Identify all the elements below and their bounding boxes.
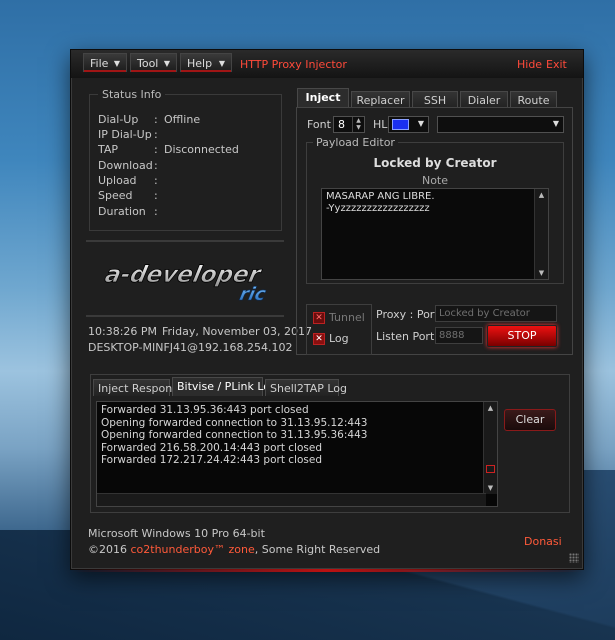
status-colon: : <box>154 205 158 218</box>
proxy-port-label: Proxy : Port <box>376 308 439 321</box>
developer-logo: a-developer ric <box>102 261 268 305</box>
hl-label: HL <box>373 118 388 131</box>
listen-port-label: Listen Port <box>376 330 435 343</box>
log-horizontal-scrollbar[interactable] <box>97 493 486 506</box>
clock-date: Friday, November 03, 2017 <box>162 325 313 338</box>
log-line: Forwarded 216.58.200.14:443 port closed <box>101 441 322 454</box>
stepper-arrows-icon[interactable]: ▲ ▼ <box>352 117 364 132</box>
menu-tool[interactable]: Tool ▼ <box>130 53 177 72</box>
color-swatch <box>392 119 409 130</box>
copyright-suffix: , Some Right Reserved <box>254 543 381 556</box>
status-info-group: Status Info Dial-Up: Offline IP Dial-Up: … <box>89 88 282 231</box>
clear-button[interactable]: Clear <box>504 409 556 431</box>
payload-editor-group: Payload Editor Locked by Creator Note MA… <box>306 136 564 284</box>
logo-text: a-developer <box>103 261 265 288</box>
menu-file-label: File <box>90 57 109 70</box>
status-value: Disconnected <box>164 143 239 156</box>
log-line: Opening forwarded connection to 31.13.95… <box>101 429 368 441</box>
listen-port-field[interactable]: 8888 <box>435 327 483 344</box>
divider <box>86 315 284 317</box>
log-output[interactable]: Forwarded 31.13.95.36:443 port closed Op… <box>96 401 498 507</box>
menu-help-label: Help <box>187 57 213 70</box>
app-title: HTTP Proxy Injector <box>240 58 347 71</box>
log-scrollbar[interactable]: ▲ ▼ <box>483 402 497 494</box>
mode-group: ✕ Tunnel ✕ Log <box>306 304 372 355</box>
menu-file[interactable]: File ▼ <box>83 53 127 72</box>
payload-line: MASARAP ANG LIBRE. <box>326 191 435 202</box>
log-line: Opening forwarded connection to 31.13.95… <box>101 416 368 429</box>
status-key: Upload <box>98 174 137 187</box>
tunnel-label: Tunnel <box>329 311 365 324</box>
log-line: Forwarded 31.13.95.36:443 port closed <box>101 404 309 416</box>
author-link[interactable]: co2thunderboy™ zone <box>131 543 255 556</box>
tunnel-checkbox[interactable]: ✕ <box>313 312 325 324</box>
tab-dialer[interactable]: Dialer <box>460 91 508 108</box>
status-colon: : <box>154 174 158 187</box>
tab-shell2tap-log[interactable]: Shell2TAP Log <box>265 379 347 396</box>
status-key: TAP <box>98 143 119 156</box>
tab-inject[interactable]: Inject <box>297 88 349 108</box>
status-key: Download <box>98 159 153 172</box>
logo-subtext: ric <box>238 284 268 305</box>
os-info: Microsoft Windows 10 Pro 64-bit <box>88 527 265 540</box>
exit-button[interactable]: Exit <box>546 58 567 71</box>
title-bar: File ▼ Tool ▼ Help ▼ HTTP Proxy Injector Hi… <box>71 50 583 78</box>
font-size-stepper[interactable]: 8 ▲ ▼ <box>333 116 365 133</box>
resize-grip-icon[interactable] <box>569 553 579 563</box>
app-window: File ▼ Tool ▼ Help ▼ HTTP Proxy Injector Hi… <box>70 49 584 572</box>
status-colon: : <box>154 189 158 202</box>
divider <box>86 240 284 242</box>
menu-tool-label: Tool <box>137 57 159 70</box>
log-label: Log <box>329 332 349 345</box>
status-value: Offline <box>164 113 201 126</box>
copyright-prefix: ©2016 <box>88 543 131 556</box>
payload-editor-legend: Payload Editor <box>313 136 398 149</box>
status-colon: : <box>154 143 158 156</box>
donasi-link[interactable]: Donasi <box>524 535 562 548</box>
tab-bitvise-log[interactable]: Bitvise / PLink Log <box>172 377 277 396</box>
tab-inject-respons[interactable]: Inject Respons <box>93 379 178 396</box>
scroll-up-icon[interactable]: ▲ <box>535 189 548 201</box>
chevron-down-icon: ▼ <box>417 119 424 128</box>
host-info: DESKTOP-MINFJ41@192.168.254.102 <box>88 341 293 354</box>
payload-line: -Yyzzzzzzzzzzzzzzzzz <box>326 203 430 214</box>
proxy-port-field[interactable]: Locked by Creator <box>435 305 557 322</box>
font-label: Font <box>307 118 331 131</box>
chevron-down-icon: ▼ <box>113 59 120 68</box>
scroll-up-icon[interactable]: ▲ <box>484 402 497 414</box>
chevron-down-icon: ▼ <box>218 59 225 68</box>
payload-textarea[interactable]: MASARAP ANG LIBRE. -Yyzzzzzzzzzzzzzzzzz … <box>321 188 549 280</box>
menu-help[interactable]: Help ▼ <box>180 53 232 72</box>
highlight-color-select[interactable]: ▼ <box>388 116 429 133</box>
status-colon: : <box>154 113 158 126</box>
tab-ssh[interactable]: SSH <box>412 91 458 108</box>
status-key: Speed <box>98 189 133 202</box>
payload-select[interactable]: ▼ <box>437 116 564 133</box>
status-key: IP Dial-Up <box>98 128 152 141</box>
clock-time: 10:38:26 PM <box>88 325 158 338</box>
status-colon: : <box>154 128 158 141</box>
status-key: Dial-Up <box>98 113 139 126</box>
note-label: Note <box>421 174 449 187</box>
log-line: Forwarded 172.217.24.42:443 port closed <box>101 454 322 466</box>
font-size-value: 8 <box>338 118 345 131</box>
locked-title: Locked by Creator <box>373 156 497 170</box>
chevron-down-icon: ▼ <box>163 59 170 68</box>
hide-button[interactable]: Hide <box>517 58 542 71</box>
payload-scrollbar[interactable]: ▲ ▼ <box>534 189 548 279</box>
copyright: ©2016 co2thunderboy™ zone, Some Right Re… <box>88 543 380 556</box>
chevron-down-icon: ▼ <box>552 119 559 128</box>
scroll-thumb[interactable] <box>486 465 495 473</box>
log-checkbox[interactable]: ✕ <box>313 333 325 345</box>
status-info-legend: Status Info <box>98 88 166 101</box>
status-colon: : <box>154 159 158 172</box>
tab-replacer[interactable]: Replacer <box>351 91 410 108</box>
scroll-down-icon[interactable]: ▼ <box>535 267 548 279</box>
stop-button[interactable]: STOP <box>487 325 557 347</box>
tab-route[interactable]: Route <box>510 91 557 108</box>
status-key: Duration <box>98 205 146 218</box>
